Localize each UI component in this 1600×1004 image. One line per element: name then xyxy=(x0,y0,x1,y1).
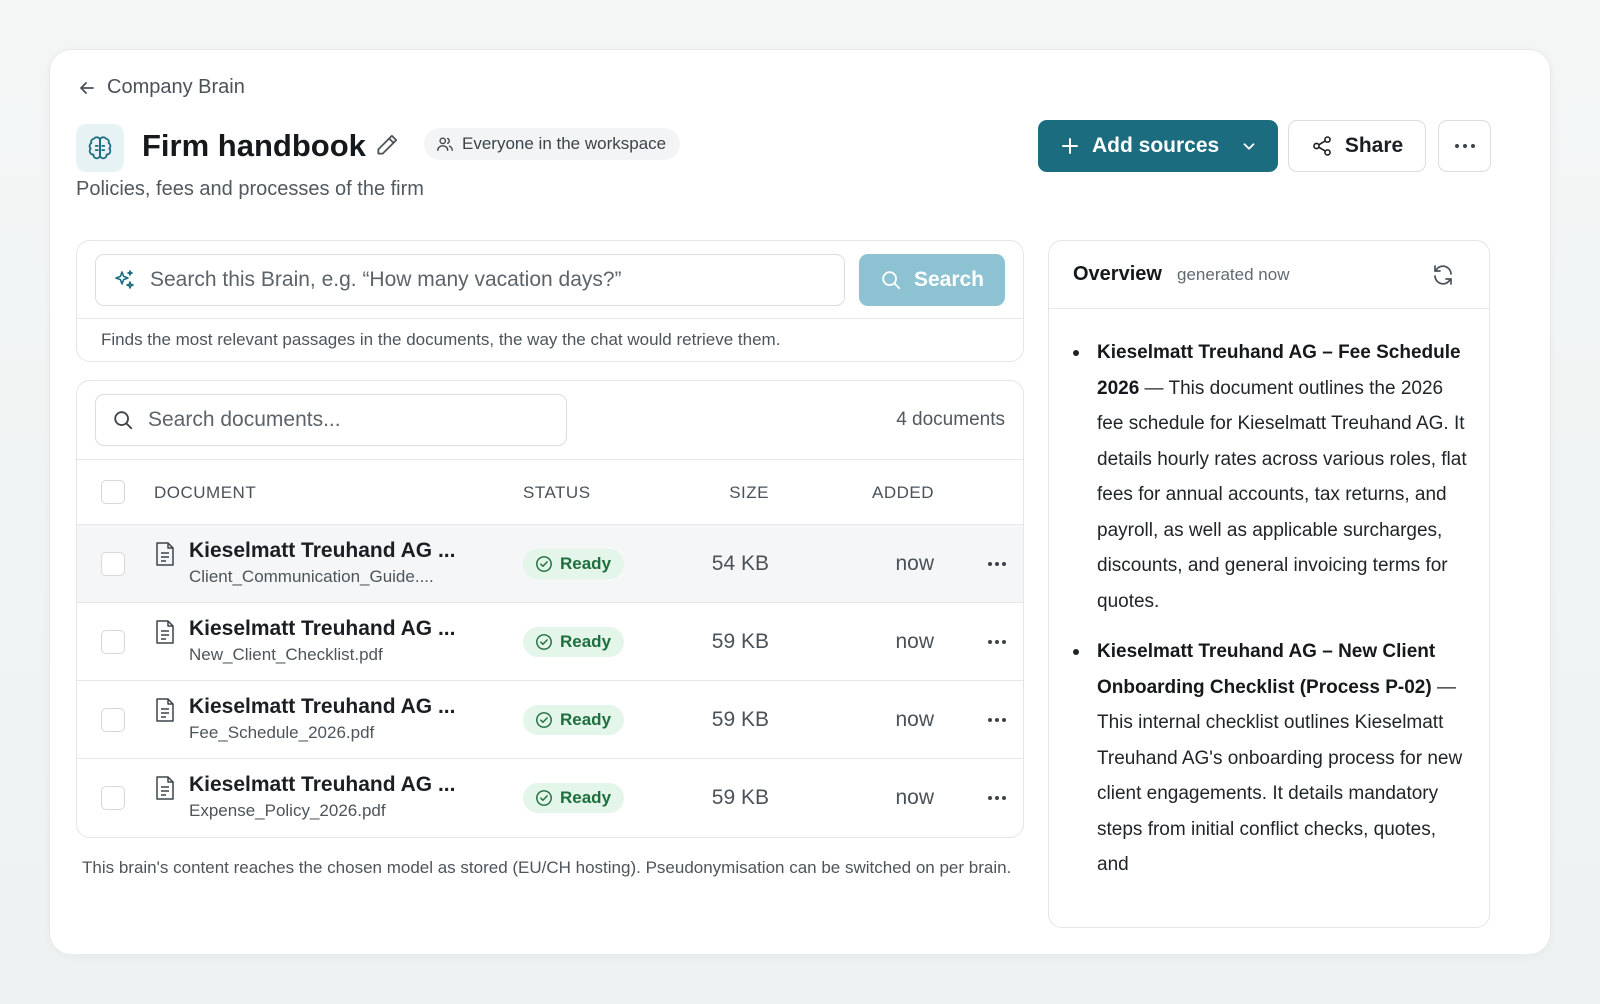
users-icon xyxy=(437,137,453,151)
brain-search-input[interactable]: Search this Brain, e.g. “How many vacati… xyxy=(95,254,845,306)
table-row[interactable]: Kieselmatt Treuhand AG ... Fee_Schedule_… xyxy=(77,681,1023,759)
document-name[interactable]: Kieselmatt Treuhand AG ... xyxy=(189,539,455,563)
share-icon xyxy=(1312,136,1331,156)
check-circle-icon xyxy=(536,634,552,650)
search-button[interactable]: Search xyxy=(859,254,1005,306)
column-size: SIZE xyxy=(729,483,769,502)
document-filename: Client_Communication_Guide.... xyxy=(189,567,434,586)
audience-label: Everyone in the workspace xyxy=(462,134,667,153)
document-size: 59 KB xyxy=(711,708,769,731)
share-label: Share xyxy=(1344,134,1404,157)
document-filename: Fee_Schedule_2026.pdf xyxy=(189,723,375,742)
refresh-icon[interactable] xyxy=(1431,263,1455,287)
page-title: Firm handbook xyxy=(142,128,366,163)
brain-search-bar: Search this Brain, e.g. “How many vacati… xyxy=(77,241,1023,319)
column-added: ADDED xyxy=(871,483,934,502)
document-filename: Expense_Policy_2026.pdf xyxy=(189,801,386,820)
row-more-icon[interactable] xyxy=(987,639,1007,645)
document-added: now xyxy=(895,552,934,575)
table-row[interactable]: Kieselmatt Treuhand AG ... Client_Commun… xyxy=(77,525,1023,603)
document-name[interactable]: Kieselmatt Treuhand AG ... xyxy=(189,773,455,797)
search-icon xyxy=(882,271,901,290)
more-horizontal-icon xyxy=(1454,144,1475,148)
document-added: now xyxy=(895,630,934,653)
chevron-down-icon xyxy=(1243,143,1255,150)
overview-item-text: — This document outlines the 2026 fee sc… xyxy=(1097,377,1467,612)
document-search-input[interactable]: Search documents... xyxy=(95,394,567,446)
overview-title: Overview xyxy=(1073,263,1162,285)
status-label: Ready xyxy=(560,632,612,651)
more-options-button[interactable] xyxy=(1438,120,1491,172)
documents-panel: Search documents... 4 documents DOCUMENT… xyxy=(76,380,1024,838)
brain-search-panel: Search this Brain, e.g. “How many vacati… xyxy=(76,240,1024,362)
document-size: 59 KB xyxy=(711,786,769,809)
overview-item: Kieselmatt Treuhand AG – Fee Schedule 20… xyxy=(1073,335,1469,619)
row-checkbox[interactable] xyxy=(101,552,125,576)
back-link-label: Company Brain xyxy=(107,76,245,98)
document-size: 54 KB xyxy=(711,552,769,575)
status-label: Ready xyxy=(560,710,612,729)
pencil-icon[interactable] xyxy=(374,132,400,158)
overview-panel: Overview generated now Kieselmatt Treuha… xyxy=(1048,240,1490,928)
page-subtitle: Policies, fees and processes of the firm xyxy=(76,178,424,200)
status-badge: Ready xyxy=(523,549,625,579)
status-badge: Ready xyxy=(523,783,625,813)
table-row[interactable]: Kieselmatt Treuhand AG ... New_Client_Ch… xyxy=(77,603,1023,681)
document-count: 4 documents xyxy=(896,409,1005,430)
document-icon xyxy=(156,542,174,566)
status-badge: Ready xyxy=(523,705,625,735)
overview-item-heading: Kieselmatt Treuhand AG – New Client Onbo… xyxy=(1097,641,1436,698)
brain-icon xyxy=(88,136,112,160)
column-document: DOCUMENT xyxy=(154,483,257,502)
search-icon xyxy=(114,411,133,430)
overview-item-text: — This internal checklist outlines Kiese… xyxy=(1097,676,1463,876)
overview-item: Kieselmatt Treuhand AG – New Client Onbo… xyxy=(1073,634,1469,883)
document-name[interactable]: Kieselmatt Treuhand AG ... xyxy=(189,617,455,641)
check-circle-icon xyxy=(536,712,552,728)
share-button[interactable]: Share xyxy=(1288,120,1426,172)
row-checkbox[interactable] xyxy=(101,786,125,810)
table-row[interactable]: Kieselmatt Treuhand AG ... Expense_Polic… xyxy=(77,759,1023,837)
hosting-note: This brain's content reaches the chosen … xyxy=(82,858,1012,877)
add-sources-label: Add sources xyxy=(1092,134,1220,157)
document-icon xyxy=(156,698,174,722)
document-added: now xyxy=(895,786,934,809)
select-all-checkbox[interactable] xyxy=(101,480,125,504)
brain-search-placeholder: Search this Brain, e.g. “How many vacati… xyxy=(150,268,622,291)
status-label: Ready xyxy=(560,788,612,807)
sparkles-icon xyxy=(115,270,134,289)
document-filename: New_Client_Checklist.pdf xyxy=(189,645,383,664)
document-search-placeholder: Search documents... xyxy=(148,408,341,431)
search-hint: Finds the most relevant passages in the … xyxy=(101,330,781,349)
search-button-label: Search xyxy=(913,268,985,291)
row-checkbox[interactable] xyxy=(101,708,125,732)
row-more-icon[interactable] xyxy=(987,561,1007,567)
check-circle-icon xyxy=(536,556,552,572)
document-size: 59 KB xyxy=(711,630,769,653)
row-more-icon[interactable] xyxy=(987,717,1007,723)
document-icon xyxy=(156,620,174,644)
column-status: STATUS xyxy=(523,483,591,502)
status-label: Ready xyxy=(560,554,612,573)
row-more-icon[interactable] xyxy=(987,795,1007,801)
brain-badge xyxy=(76,124,124,172)
status-badge: Ready xyxy=(523,627,625,657)
overview-body: Kieselmatt Treuhand AG – Fee Schedule 20… xyxy=(1073,335,1469,898)
document-added: now xyxy=(895,708,934,731)
add-sources-button[interactable]: Add sources xyxy=(1038,120,1278,172)
back-link[interactable]: Company Brain xyxy=(77,76,245,99)
check-circle-icon xyxy=(536,790,552,806)
row-checkbox[interactable] xyxy=(101,630,125,654)
brain-detail-card: Company Brain Firm handbook Everyone in … xyxy=(49,49,1551,955)
arrow-left-icon xyxy=(80,81,94,94)
overview-header: Overview generated now xyxy=(1049,241,1489,309)
plus-icon xyxy=(1062,138,1078,154)
document-name[interactable]: Kieselmatt Treuhand AG ... xyxy=(189,695,455,719)
audience-badge[interactable]: Everyone in the workspace xyxy=(424,128,681,160)
overview-generated: generated now xyxy=(1177,265,1290,284)
document-icon xyxy=(156,776,174,800)
table-header: DOCUMENT STATUS SIZE ADDED xyxy=(77,459,1023,525)
